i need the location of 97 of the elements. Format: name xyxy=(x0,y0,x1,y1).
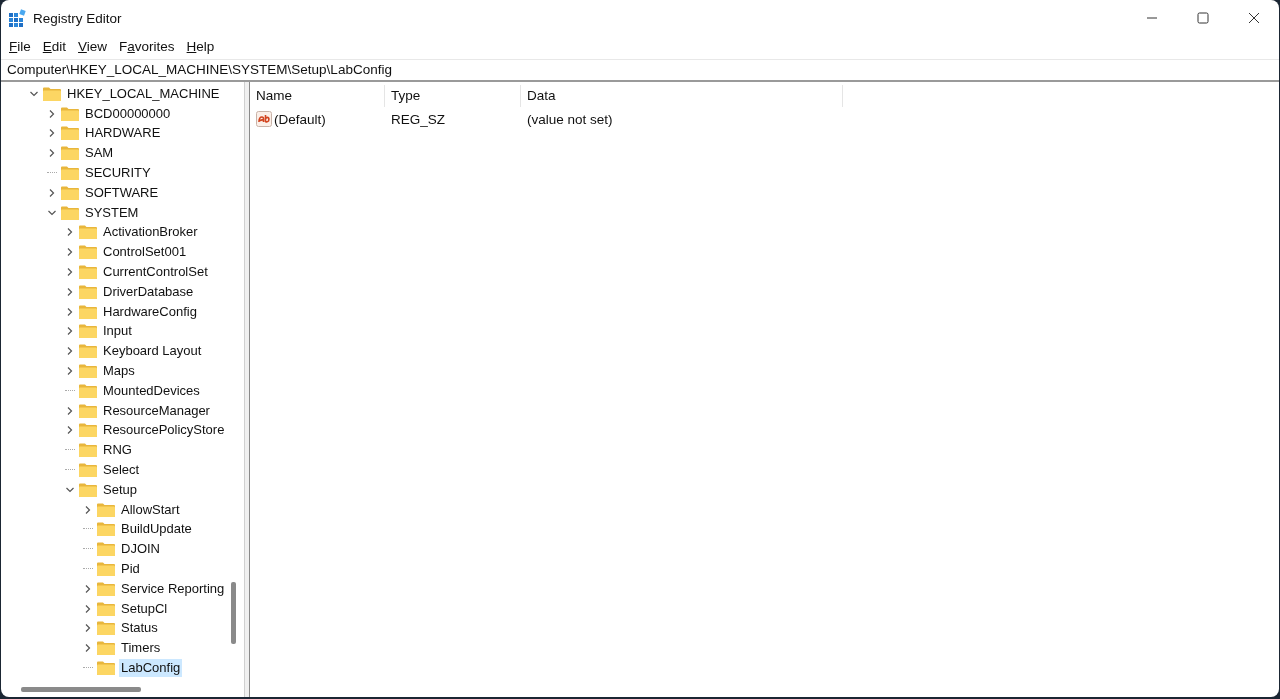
tree-item[interactable]: Timers xyxy=(119,639,163,658)
folder-icon xyxy=(61,185,79,200)
folder-icon xyxy=(79,225,97,240)
menu-item[interactable]: Help xyxy=(180,39,221,54)
menu-item[interactable]: Edit xyxy=(36,39,73,54)
folder-icon xyxy=(97,641,115,656)
chevron-right-icon[interactable] xyxy=(47,128,57,139)
folder-icon xyxy=(79,423,97,438)
folder-icon xyxy=(97,562,115,576)
tree-item[interactable]: ActivationBroker xyxy=(101,223,200,242)
tree-item[interactable]: CurrentControlSet xyxy=(101,263,210,282)
tree-item[interactable]: Pid xyxy=(119,560,142,578)
registry-app-icon xyxy=(9,9,27,27)
chevron-right-icon[interactable] xyxy=(65,326,75,337)
chevron-right-icon[interactable] xyxy=(47,148,57,159)
tree-item[interactable]: SECURITY xyxy=(83,164,153,183)
window-title: Registry Editor xyxy=(33,10,122,26)
tree-item[interactable]: ResourceManager xyxy=(101,401,212,420)
chevron-right-icon[interactable] xyxy=(65,267,75,278)
tree-item[interactable]: Status xyxy=(119,619,160,638)
address-bar[interactable]: Computer\HKEY_LOCAL_MACHINE\SYSTEM\Setup\LabConfig xyxy=(1,59,1279,82)
folder-icon xyxy=(79,265,97,280)
folder-icon xyxy=(79,463,97,478)
chevron-right-icon[interactable] xyxy=(47,187,57,198)
chevron-right-icon[interactable] xyxy=(65,286,75,297)
folder-icon xyxy=(61,146,79,161)
tree-item[interactable]: BCD00000000 xyxy=(83,104,173,123)
chevron-right-icon[interactable] xyxy=(65,306,75,317)
tree-item[interactable]: SYSTEM xyxy=(83,203,141,222)
tree-item[interactable]: Service Reporting xyxy=(119,579,227,598)
tree-item[interactable]: Keyboard Layout xyxy=(101,342,204,361)
chevron-right-icon[interactable] xyxy=(65,346,75,357)
chevron-right-icon[interactable] xyxy=(65,247,75,258)
column-header[interactable]: Type xyxy=(385,85,521,107)
folder-icon xyxy=(97,621,115,636)
chevron-right-icon[interactable] xyxy=(83,504,93,515)
folder-icon xyxy=(97,542,115,557)
folder-icon xyxy=(61,205,79,220)
tree-item[interactable]: SOFTWARE xyxy=(83,183,161,202)
tree-item[interactable]: Select xyxy=(101,461,142,480)
tree-item[interactable]: Maps xyxy=(101,362,137,381)
tree-item[interactable]: DriverDatabase xyxy=(101,282,196,301)
folder-icon xyxy=(79,443,97,458)
tree-item[interactable]: MountedDevices xyxy=(101,381,202,400)
chevron-right-icon[interactable] xyxy=(83,643,93,654)
folder-icon xyxy=(79,482,97,497)
chevron-right-icon[interactable] xyxy=(65,425,75,436)
folder-icon xyxy=(79,324,97,339)
folder-icon xyxy=(97,661,115,675)
column-header[interactable]: Data xyxy=(521,85,843,107)
tree-item[interactable]: LabConfig xyxy=(119,659,183,677)
tree-item[interactable]: HKEY_LOCAL_MACHINE xyxy=(65,84,222,103)
chevron-right-icon[interactable] xyxy=(65,405,75,416)
tree-item[interactable]: DJOIN xyxy=(119,540,162,559)
tree-item[interactable]: AllowStart xyxy=(119,500,182,519)
folder-icon xyxy=(79,344,97,359)
folder-icon xyxy=(61,106,79,121)
folder-icon xyxy=(97,502,115,517)
chevron-right-icon[interactable] xyxy=(83,583,93,594)
folder-icon xyxy=(79,364,97,379)
folder-icon xyxy=(61,126,79,141)
menu-item[interactable]: View xyxy=(72,39,114,54)
tree-item[interactable]: SAM xyxy=(83,144,116,163)
chevron-right-icon[interactable] xyxy=(65,227,75,238)
value-name: (Default) xyxy=(274,111,326,127)
folder-icon xyxy=(79,284,97,299)
chevron-right-icon[interactable] xyxy=(83,623,93,634)
tree-item[interactable]: Setup xyxy=(101,480,139,499)
tree-item[interactable]: SetupCl xyxy=(119,599,170,618)
folder-icon xyxy=(79,403,97,418)
menu-item[interactable]: Favorites xyxy=(113,39,181,54)
tree-item[interactable]: ControlSet001 xyxy=(101,243,189,262)
folder-icon xyxy=(79,245,97,260)
scrollbar-thumb[interactable] xyxy=(231,582,236,644)
folder-icon xyxy=(79,383,97,398)
folder-icon xyxy=(97,601,115,616)
folder-icon xyxy=(61,166,79,181)
scrollbar-thumb[interactable] xyxy=(21,687,141,692)
folder-icon xyxy=(97,581,115,596)
tree-item[interactable]: RNG xyxy=(101,441,134,460)
chevron-right-icon[interactable] xyxy=(65,366,75,377)
menu-item[interactable]: File xyxy=(3,39,37,54)
value-data: (value not set) xyxy=(526,111,614,127)
tree-item[interactable]: BuildUpdate xyxy=(119,520,194,539)
folder-icon xyxy=(43,86,61,101)
maximize-icon xyxy=(1196,12,1209,24)
tree-item[interactable]: HARDWARE xyxy=(83,124,163,143)
folder-icon xyxy=(97,522,115,537)
value-type: REG_SZ xyxy=(390,111,446,127)
column-header[interactable]: Name xyxy=(250,85,385,107)
tree-item[interactable]: HardwareConfig xyxy=(101,302,199,321)
folder-icon xyxy=(79,304,97,319)
chevron-right-icon[interactable] xyxy=(47,108,57,119)
tree-item[interactable]: Input xyxy=(101,322,134,341)
chevron-right-icon[interactable] xyxy=(83,603,93,614)
tree-item[interactable]: ResourcePolicyStore xyxy=(101,421,227,440)
close-icon xyxy=(1247,12,1260,24)
